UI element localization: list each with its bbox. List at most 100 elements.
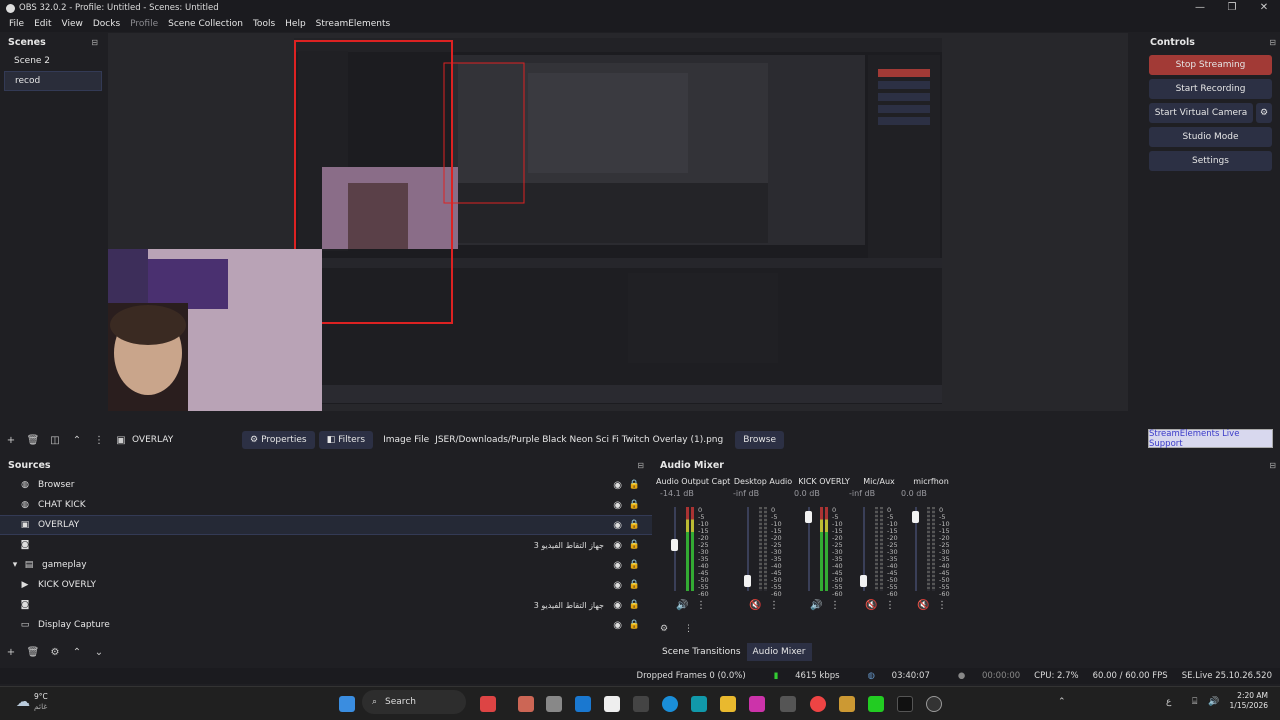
maximize-button[interactable]: ❐ [1216,0,1248,14]
streamelements-live-support-button[interactable]: StreamElements Live Support [1148,429,1273,449]
channel-more-icon[interactable]: ⋮ [937,600,947,611]
source-item-browser[interactable]: ◍ Browser ◉ 🔒 [0,475,652,495]
chatgpt-icon[interactable] [633,696,649,712]
app-icon[interactable] [604,696,620,712]
clock[interactable]: 2:20 AM 1/15/2026 [1226,691,1268,711]
studio-mode-button[interactable]: Studio Mode [1149,127,1272,147]
instagram-icon[interactable] [749,696,765,712]
file-explorer-icon[interactable] [720,696,736,712]
channel-more-icon[interactable]: ⋮ [830,600,840,611]
start-virtual-camera-button[interactable]: Start Virtual Camera [1149,103,1253,123]
copilot-icon[interactable] [518,696,534,712]
store-icon[interactable] [546,696,562,712]
visibility-eye-icon[interactable]: ◉ [613,540,622,551]
virtual-camera-settings-button[interactable]: ⚙ [1256,103,1272,123]
visibility-eye-icon[interactable]: ◉ [613,500,622,511]
kick-icon[interactable] [868,696,884,712]
browse-button[interactable]: Browse [735,431,784,449]
widgets-icon[interactable] [480,696,496,712]
add-scene-icon[interactable]: + [0,435,22,446]
volume-icon[interactable]: 🔊 [1208,697,1219,707]
stop-streaming-button[interactable]: Stop Streaming [1149,55,1272,75]
tiktok-icon[interactable] [897,696,913,712]
fader-knob[interactable] [912,510,919,523]
source-item-overlay[interactable]: ▣ OVERLAY ◉ 🔒 [0,515,652,535]
app-icon[interactable] [839,696,855,712]
remove-source-icon[interactable]: 🗑 [22,647,44,658]
lock-icon[interactable]: 🔒 [629,560,640,570]
menu-streamelements[interactable]: StreamElements [316,19,391,29]
menu-docks[interactable]: Docks [93,19,120,29]
language-indicator[interactable]: ع [1166,697,1171,707]
remove-scene-icon[interactable]: 🗑 [22,435,44,446]
start-icon[interactable] [339,696,355,712]
app-icon[interactable] [691,696,707,712]
fader-knob[interactable] [805,510,812,523]
move-up-icon[interactable]: ⌃ [66,435,88,446]
speaker-icon[interactable]: 🔊 [676,600,688,611]
muted-speaker-icon[interactable]: 🔇 [865,600,877,611]
menu-tools[interactable]: Tools [253,19,275,29]
mixer-more-icon[interactable]: ⋮ [684,624,693,634]
start-recording-button[interactable]: Start Recording [1149,79,1272,99]
close-button[interactable]: ✕ [1248,0,1280,14]
menu-file[interactable]: File [9,19,24,29]
visibility-eye-icon[interactable]: ◉ [613,620,622,631]
more-icon[interactable]: ⋮ [88,435,110,446]
visibility-eye-icon[interactable]: ◉ [613,560,622,571]
visibility-eye-icon[interactable]: ◉ [613,480,622,491]
menu-profile[interactable]: Profile [130,19,158,29]
lock-icon[interactable]: 🔒 [629,580,640,590]
app-icon[interactable] [780,696,796,712]
fader-knob[interactable] [860,575,867,588]
lock-icon[interactable]: 🔒 [629,480,640,490]
menu-view[interactable]: View [62,19,83,29]
scene-item-recod[interactable]: recod [4,71,102,91]
source-item-kick-overly[interactable]: ▶ KICK OVERLY ◉ 🔒 [0,575,652,595]
muted-speaker-icon[interactable]: 🔇 [749,600,761,611]
move-up-icon[interactable]: ⌃ [66,647,88,658]
chevron-up-icon[interactable]: ⌃ [1058,697,1066,707]
taskbar-search[interactable]: ⌕ Search [362,690,466,714]
menu-edit[interactable]: Edit [34,19,51,29]
channel-more-icon[interactable]: ⋮ [696,600,706,611]
source-item-chat-kick[interactable]: ◍ CHAT KICK ◉ 🔒 [0,495,652,515]
fader-knob[interactable] [671,539,678,552]
menu-scene-collection[interactable]: Scene Collection [168,19,243,29]
source-item-display-capture[interactable]: ▭ Display Capture ◉ 🔒 [0,615,652,635]
tab-audio-mixer[interactable]: Audio Mixer [746,643,812,661]
network-icon[interactable]: ⌸ [1192,697,1197,707]
lock-icon[interactable]: 🔒 [629,500,640,510]
add-source-icon[interactable]: + [0,647,22,658]
move-down-icon[interactable]: ⌄ [88,647,110,658]
dock-float-icon[interactable]: ⊟ [91,38,98,47]
filters-button[interactable]: ◧ Filters [318,431,374,449]
dock-float-icon[interactable]: ⊟ [1269,461,1276,470]
channel-more-icon[interactable]: ⋮ [769,600,779,611]
source-item-video-capture-3[interactable]: ◙ جهاز التقاط الفيديو 3 ◉ 🔒 [0,535,652,555]
outlook-icon[interactable] [575,696,591,712]
dock-float-icon[interactable]: ⊟ [1269,38,1276,47]
lock-icon[interactable]: 🔒 [629,540,640,550]
edge-icon[interactable] [662,696,678,712]
source-item-video-capture-3b[interactable]: ◙ جهاز التقاط الفيديو 3 ◉ 🔒 [0,595,652,615]
preview-canvas[interactable] [0,33,1128,431]
weather-widget[interactable]: ☁ 9°C غائم [16,692,48,712]
tab-scene-transitions[interactable]: Scene Transitions [656,643,747,661]
chrome-icon[interactable] [810,696,826,712]
properties-button[interactable]: ⚙ Properties [242,431,315,449]
visibility-eye-icon[interactable]: ◉ [613,520,622,531]
menu-help[interactable]: Help [285,19,306,29]
source-item-gameplay[interactable]: ▾ ▤ gameplay ◉ 🔒 [0,555,652,575]
channel-more-icon[interactable]: ⋮ [885,600,895,611]
settings-button[interactable]: Settings [1149,151,1272,171]
visibility-eye-icon[interactable]: ◉ [613,600,622,611]
mixer-settings-icon[interactable]: ⚙ [660,624,668,634]
visibility-eye-icon[interactable]: ◉ [613,580,622,591]
muted-speaker-icon[interactable]: 🔇 [917,600,929,611]
lock-icon[interactable]: 🔒 [629,520,640,530]
scene-item-scene-2[interactable]: Scene 2 [4,51,102,71]
speaker-icon[interactable]: 🔊 [810,600,822,611]
lock-icon[interactable]: 🔒 [629,620,640,630]
source-properties-gear-icon[interactable]: ⚙ [44,647,66,658]
